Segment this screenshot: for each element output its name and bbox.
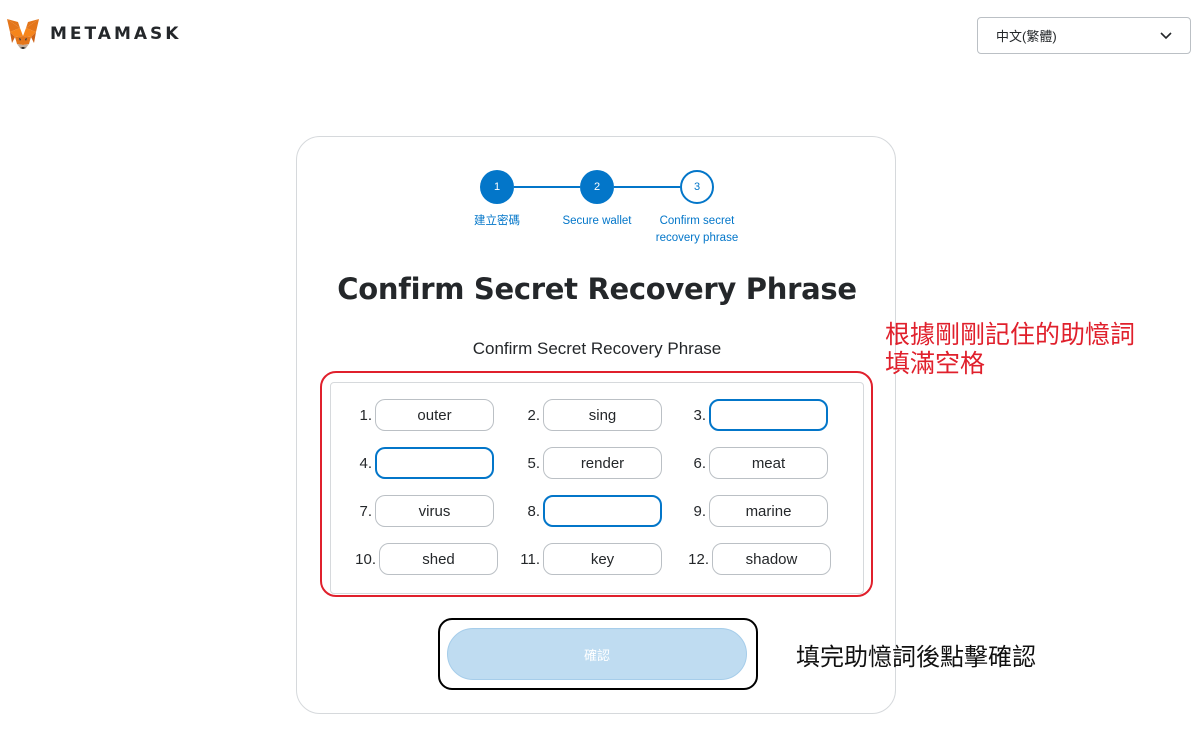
page-subtitle: Confirm Secret Recovery Phrase (472, 339, 722, 358)
brand-wordmark: METAMASK (50, 24, 182, 44)
annotation-highlight-confirm (438, 618, 758, 690)
annotation-note-line: 填滿空格 (885, 349, 986, 378)
annotation-note-line: 根據剛剛記住的助憶詞 (885, 320, 1136, 349)
language-selected-value: 中文(繁體) (996, 29, 1057, 44)
step-connector (614, 186, 680, 188)
progress-stepper: 1 2 3 建立密碼 Secure wallet Confirm secret … (297, 170, 897, 250)
step-3-label: Confirm secret recovery phrase (655, 215, 739, 244)
step-1-circle: 1 (480, 170, 514, 204)
annotation-note-click-confirm: 填完助憶詞後點擊確認 (796, 643, 1036, 671)
step-3-number: 3 (693, 181, 701, 193)
annotation-note-fill-blanks: 根據剛剛記住的助憶詞 填滿空格 (885, 320, 1135, 378)
step-1-number: 1 (493, 181, 501, 193)
step-3-circle: 3 (680, 170, 714, 204)
step-connector (514, 186, 580, 188)
step-2-number: 2 (593, 181, 601, 193)
page-title: Confirm Secret Recovery Phrase (337, 272, 857, 306)
metamask-fox-icon (7, 19, 39, 49)
step-2-circle: 2 (580, 170, 614, 204)
chevron-down-icon (1160, 31, 1172, 39)
language-select[interactable]: 中文(繁體) (977, 17, 1191, 54)
annotation-highlight-phrase (320, 371, 873, 597)
metamask-logo[interactable]: METAMASK (6, 18, 181, 50)
